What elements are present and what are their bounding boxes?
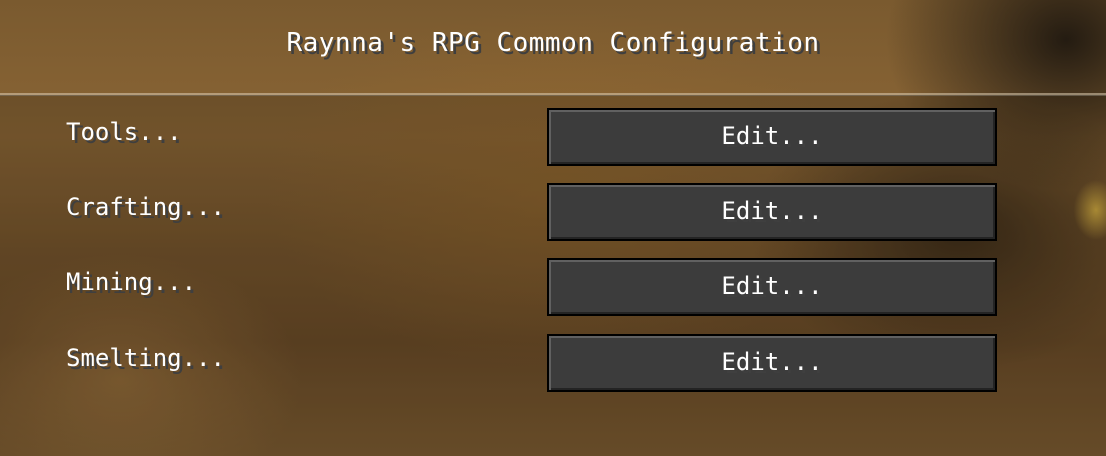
screen-header: Raynna's RPG Common Configuration bbox=[0, 0, 1106, 93]
edit-button-label: Edit... bbox=[721, 197, 823, 225]
config-row-smelting: Smelting... Edit... bbox=[0, 322, 1106, 392]
edit-button-label: Edit... bbox=[721, 122, 823, 150]
edit-smelting-button[interactable]: Edit... bbox=[547, 334, 997, 392]
edit-crafting-button[interactable]: Edit... bbox=[547, 183, 997, 241]
config-row-crafting: Crafting... Edit... bbox=[0, 171, 1106, 241]
edit-button-label: Edit... bbox=[721, 272, 823, 300]
config-category-list[interactable]: Tools... Edit... Crafting... Edit... Min… bbox=[0, 96, 1106, 456]
config-row-label: Crafting... bbox=[66, 193, 225, 221]
edit-button-label: Edit... bbox=[721, 348, 823, 376]
config-row-label: Mining... bbox=[66, 268, 197, 296]
edit-tools-button[interactable]: Edit... bbox=[547, 108, 997, 166]
page-title: Raynna's RPG Common Configuration bbox=[286, 28, 820, 58]
config-row-label: Smelting... bbox=[66, 344, 225, 372]
config-row-mining: Mining... Edit... bbox=[0, 246, 1106, 316]
edit-mining-button[interactable]: Edit... bbox=[547, 258, 997, 316]
config-row-tools: Tools... Edit... bbox=[0, 96, 1106, 166]
config-row-label: Tools... bbox=[66, 118, 182, 146]
